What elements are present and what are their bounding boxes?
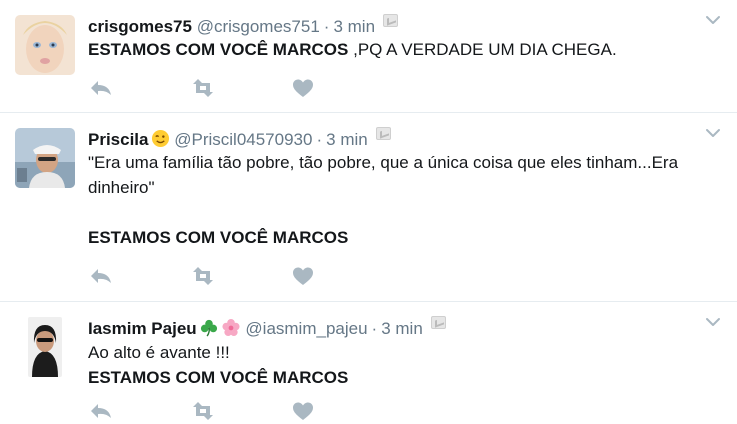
tweet-header: Iasmim Pajeu @iasmim_pajeu · 3 min: [88, 316, 446, 340]
tweet-header: crisgomes75 @crisgomes751 · 3 min: [88, 14, 399, 38]
tweet-text-bold: ESTAMOS COM VOCÊ MARCOS: [88, 40, 349, 59]
tweet[interactable]: Priscila @Priscil04570930 · 3 min "Era uma…: [0, 113, 737, 302]
wink-emoji-icon: [151, 129, 169, 148]
media-icon: [383, 14, 399, 27]
separator-dot: ·: [371, 319, 378, 338]
tweet-text: "Era uma família tão pobre, tão pobre, q…: [88, 150, 718, 250]
tweet-text-bold: ESTAMOS COM VOCÊ MARCOS: [88, 228, 349, 247]
user-handle[interactable]: @crisgomes751: [197, 17, 320, 36]
tweet-text-line: Ao alto é avante !!!: [88, 343, 230, 362]
avatar[interactable]: [15, 128, 75, 188]
tweet-text: ESTAMOS COM VOCÊ MARCOS ,PQ A VERDADE UM…: [88, 37, 718, 62]
retweet-icon[interactable]: [190, 265, 216, 287]
reply-icon[interactable]: [88, 265, 114, 287]
avatar[interactable]: [15, 15, 75, 75]
separator-dot: ·: [323, 17, 330, 36]
tweet[interactable]: crisgomes75 @crisgomes751 · 3 min ESTAMOS …: [0, 0, 737, 113]
tweet-text-spacer: [88, 200, 718, 225]
media-icon: [430, 316, 446, 329]
user-handle[interactable]: @iasmim_pajeu: [245, 319, 367, 338]
timestamp[interactable]: 3 min: [381, 319, 423, 338]
separator-dot: ·: [316, 130, 323, 149]
shamrock-emoji-icon: [200, 319, 217, 337]
timestamp[interactable]: 3 min: [333, 17, 375, 36]
retweet-icon[interactable]: [190, 400, 216, 422]
tweet[interactable]: Iasmim Pajeu @iasmim_pajeu · 3 min Ao alto…: [0, 302, 737, 420]
tweet-header: Priscila @Priscil04570930 · 3 min: [88, 127, 391, 151]
media-icon: [375, 127, 391, 140]
chevron-down-icon[interactable]: [705, 12, 721, 28]
reply-icon[interactable]: [88, 77, 114, 99]
tweet-text-line: dinheiro": [88, 178, 155, 197]
heart-icon[interactable]: [290, 400, 316, 422]
avatar[interactable]: [28, 317, 62, 377]
heart-icon[interactable]: [290, 77, 316, 99]
tweet-text-line: "Era uma família tão pobre, tão pobre, q…: [88, 153, 679, 172]
chevron-down-icon[interactable]: [705, 125, 721, 141]
display-name[interactable]: crisgomes75: [88, 17, 192, 36]
user-handle[interactable]: @Priscil04570930: [174, 130, 312, 149]
reply-icon[interactable]: [88, 400, 114, 422]
chevron-down-icon[interactable]: [705, 314, 721, 330]
timestamp[interactable]: 3 min: [326, 130, 368, 149]
tweet-text: Ao alto é avante !!! ESTAMOS COM VOCÊ MA…: [88, 340, 718, 390]
retweet-icon[interactable]: [190, 77, 216, 99]
display-name[interactable]: Iasmim Pajeu: [88, 319, 197, 338]
tweet-text-rest: ,PQ A VERDADE UM DIA CHEGA.: [348, 40, 617, 59]
heart-icon[interactable]: [290, 265, 316, 287]
display-name[interactable]: Priscila: [88, 130, 149, 149]
cherry-blossom-emoji-icon: [222, 318, 240, 337]
tweet-text-bold: ESTAMOS COM VOCÊ MARCOS: [88, 368, 349, 387]
